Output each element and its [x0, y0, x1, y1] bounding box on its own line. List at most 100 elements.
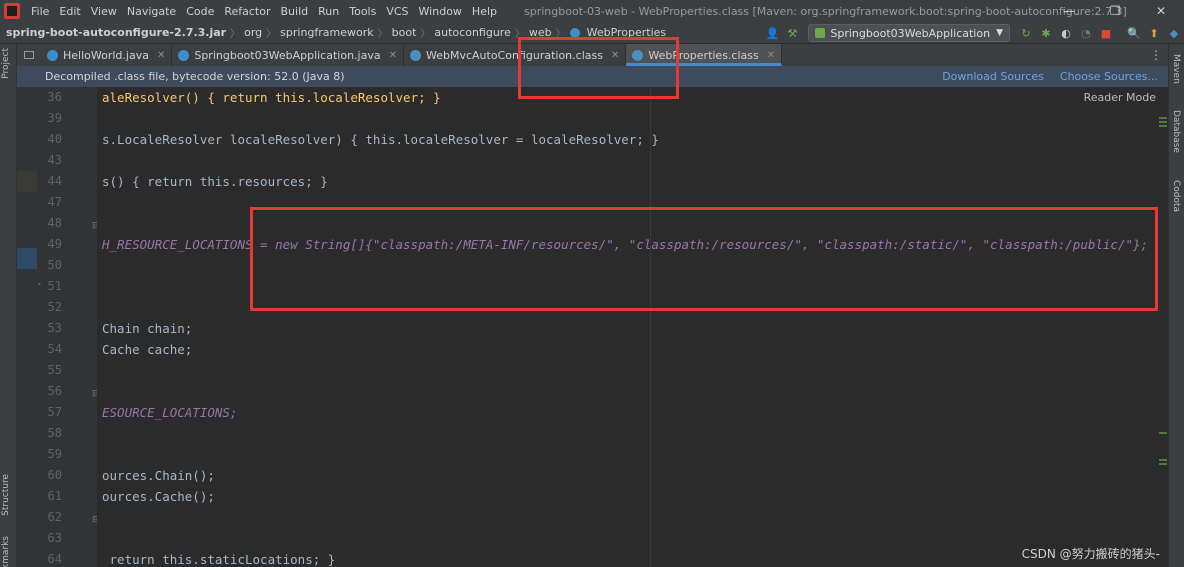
project-tool-tab[interactable]: Project [1, 48, 11, 79]
choose-sources-link[interactable]: Choose Sources... [1060, 70, 1158, 83]
user-icon[interactable]: 👤 [764, 27, 780, 40]
chevron-down-icon: ▼ [996, 28, 1003, 38]
stop-icon[interactable]: ■ [1098, 27, 1114, 40]
line-number: 56 [47, 384, 62, 398]
code-line-44: s() { return this.resources; } [102, 171, 328, 192]
coverage-icon[interactable]: ◐ [1058, 27, 1074, 40]
close-tab-icon[interactable]: ✕ [157, 50, 165, 61]
restore-icon[interactable]: ❐ [1092, 0, 1138, 22]
line-number: 58 [47, 426, 62, 440]
code-line-40: s.LocaleResolver localeResolver) { this.… [102, 129, 659, 150]
code-text: s() { return this.resources; } [102, 174, 328, 189]
code-text: ESOURCE_LOCATIONS; [102, 405, 238, 420]
code-line-57: ESOURCE_LOCATIONS; [102, 402, 237, 423]
line-number: 54 [47, 342, 62, 356]
breadcrumb-separator-icon: 〉 [420, 29, 431, 40]
line-number: 40 [47, 132, 62, 146]
line-number: 57 [47, 405, 62, 419]
code-line-36: aleResolver() { return this.localeResolv… [102, 87, 441, 108]
code-text: ources.Chain(); [102, 468, 215, 483]
profile-icon[interactable]: ◔ [1078, 27, 1094, 40]
right-tool-window-bar: Maven Database Codota [1168, 44, 1184, 567]
menu-file[interactable]: File [26, 5, 54, 18]
breadcrumb-separator-icon: 〉 [377, 29, 388, 40]
menu-help[interactable]: Help [467, 5, 502, 18]
menu-view[interactable]: View [86, 5, 122, 18]
code-line-60: ources.Chain(); [102, 465, 215, 486]
menu-edit[interactable]: Edit [54, 5, 85, 18]
update-icon[interactable]: ⬆ [1146, 27, 1162, 40]
debug-icon[interactable]: ✱ [1038, 27, 1054, 40]
code-text: Cache cache; [102, 342, 193, 357]
close-tab-icon[interactable]: ✕ [767, 50, 775, 61]
menu-window[interactable]: Window [414, 5, 467, 18]
expand-chevron-icon[interactable]: ˅ [37, 283, 42, 293]
error-stripe[interactable] [1158, 87, 1168, 567]
java-class-icon [47, 49, 58, 61]
download-sources-link[interactable]: Download Sources [942, 70, 1044, 83]
code-editor[interactable]: Reader Mode aleResolver() { return this.… [97, 87, 1168, 567]
code-line-64: return this.staticLocations; } [102, 549, 336, 567]
search-everywhere-icon[interactable]: 🔍 [1126, 27, 1142, 40]
breadcrumb-separator-icon: 〉 [266, 29, 277, 40]
tab-springboot03webapplication[interactable]: Springboot03WebApplication.java ✕ [172, 44, 404, 66]
run-configuration-select[interactable]: Springboot03WebApplication ▼ [808, 24, 1010, 42]
line-number: 55 [47, 363, 62, 377]
tab-list-icon[interactable] [17, 44, 41, 66]
line-number: 61 [47, 489, 62, 503]
breadcrumb-org[interactable]: org [240, 26, 266, 39]
reader-mode-toggle[interactable]: Reader Mode [1084, 91, 1156, 104]
plugin-icon[interactable]: ◆ [1166, 27, 1182, 40]
breadcrumb-boot[interactable]: boot [388, 26, 421, 39]
code-line-53: Chain chain; [102, 318, 192, 339]
codota-tool-tab[interactable]: Codota [1171, 180, 1181, 212]
menu-code[interactable]: Code [181, 5, 219, 18]
structure-tool-tab[interactable]: Structure [1, 474, 11, 516]
line-number: 63 [47, 531, 62, 545]
line-number: 36 [47, 90, 62, 104]
compiled-class-icon [409, 49, 421, 61]
line-number: 60 [47, 468, 62, 482]
editor-gutter: 36 39 40 43 44 47 48 49 50 51 52 53 54 5… [17, 87, 100, 567]
line-number: 43 [47, 153, 62, 167]
code-line-61: ources.Cache(); [102, 486, 215, 507]
breadcrumb-springframework[interactable]: springframework [276, 26, 377, 39]
run-configuration-label: Springboot03WebApplication [830, 26, 991, 40]
menu-refactor[interactable]: Refactor [219, 5, 275, 18]
tab-helloworld[interactable]: HelloWorld.java ✕ [41, 44, 173, 66]
tab-label: HelloWorld.java [63, 48, 149, 62]
line-number: 47 [47, 195, 62, 209]
menu-vcs[interactable]: VCS [381, 5, 413, 18]
breadcrumb-autoconfigure[interactable]: autoconfigure [430, 26, 514, 39]
run-icon[interactable]: ↻ [1018, 27, 1034, 40]
build-hammer-icon[interactable]: ⚒ [784, 27, 800, 40]
menu-run[interactable]: Run [313, 5, 344, 18]
menu-build[interactable]: Build [276, 5, 314, 18]
menu-navigate[interactable]: Navigate [122, 5, 181, 18]
close-tab-icon[interactable]: ✕ [389, 50, 397, 61]
menu-tools[interactable]: Tools [344, 5, 381, 18]
line-number: 48 [47, 216, 62, 230]
line-number: 59 [47, 447, 62, 461]
maven-tool-tab[interactable]: Maven [1171, 54, 1181, 84]
close-window-icon[interactable]: ✕ [1138, 0, 1184, 22]
line-number: 44 [47, 174, 62, 188]
bookmarks-tool-tab[interactable]: Bookmarks [1, 536, 11, 567]
window-controls: — ❐ ✕ [1046, 0, 1184, 22]
highlight-box-tab [518, 37, 679, 99]
code-text: aleResolver() { return this.localeResolv… [102, 90, 441, 105]
line-number: 53 [47, 321, 62, 335]
more-options-icon[interactable]: ⋮ [1150, 48, 1162, 62]
line-number: 64 [47, 552, 62, 566]
minimize-icon[interactable]: — [1046, 0, 1092, 22]
database-tool-tab[interactable]: Database [1171, 110, 1181, 153]
left-tool-window-bar: Project Structure Bookmarks [0, 44, 17, 567]
line-number: 49 [47, 237, 62, 251]
banner-text: Decompiled .class file, bytecode version… [45, 70, 345, 83]
intellij-logo-icon [4, 3, 20, 19]
breadcrumb-jar[interactable]: spring-boot-autoconfigure-2.7.3.jar [0, 26, 230, 39]
spring-app-icon [815, 28, 826, 38]
highlight-box-code [250, 207, 1158, 311]
line-number: 62 [47, 510, 62, 524]
code-text: s.LocaleResolver localeResolver) { this.… [102, 132, 659, 147]
